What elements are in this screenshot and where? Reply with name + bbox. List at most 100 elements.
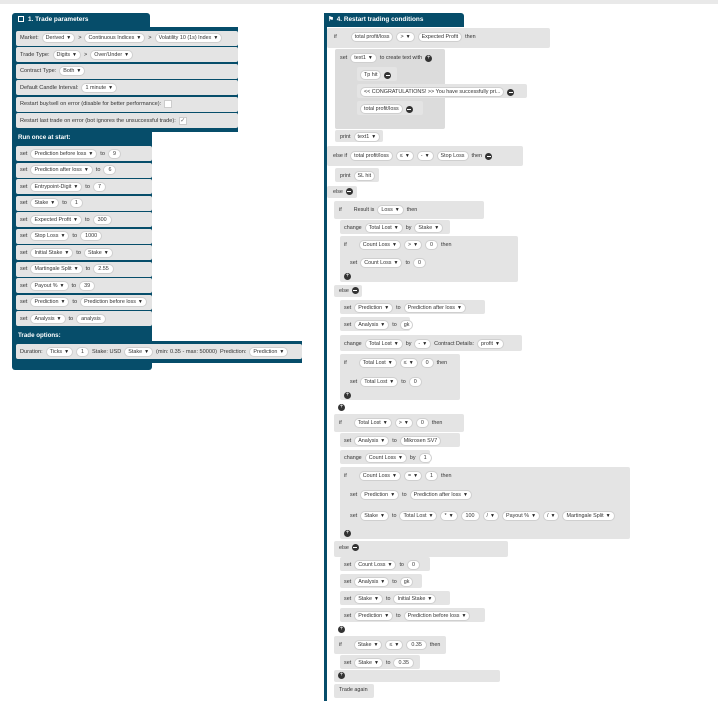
run-once-row[interactable]: set Expected Profit ▼ to 300 — [16, 212, 152, 227]
variable-dropdown[interactable]: Prediction after loss ▼ — [403, 303, 466, 313]
text-input[interactable]: gk — [399, 577, 414, 587]
text-input[interactable]: SL hit — [353, 171, 376, 181]
stop-loss-value[interactable]: Stop Loss — [436, 151, 469, 161]
run-once-row[interactable]: set Initial Stake ▼ to Stake ▼ — [16, 245, 152, 260]
variable-dropdown[interactable]: Total Lost ▼ — [364, 339, 403, 349]
add-branch-icon[interactable]: + — [344, 273, 351, 280]
variable-dropdown[interactable]: Prediction before loss ▼ — [80, 297, 147, 307]
duration-unit-dropdown[interactable]: Ticks ▼ — [45, 346, 74, 357]
operator-dropdown[interactable]: ≤ ▼ — [385, 640, 404, 650]
add-branch-icon[interactable]: + — [338, 404, 345, 411]
variable-dropdown[interactable]: Stop Loss ▼ — [30, 231, 70, 241]
expected-profit-value[interactable]: Expected Profit — [417, 32, 463, 42]
variable-dropdown[interactable]: Prediction after loss ▼ — [30, 165, 93, 175]
variable-dropdown[interactable]: Count Loss ▼ — [354, 560, 397, 570]
value-input[interactable]: 0.35 — [406, 640, 427, 650]
remove-item-icon[interactable] — [384, 71, 392, 79]
variable-dropdown[interactable]: Count Loss ▼ — [364, 453, 407, 463]
value-input[interactable]: analysis — [76, 313, 106, 324]
operator-dropdown[interactable]: / ▼ — [482, 511, 499, 521]
remove-branch-icon[interactable] — [485, 152, 493, 160]
text-input[interactable]: gk — [399, 320, 414, 330]
variable-dropdown[interactable]: Prediction ▼ — [30, 297, 70, 307]
add-branch-icon[interactable]: + — [344, 530, 351, 537]
variable-dropdown[interactable]: Analysis ▼ — [30, 313, 66, 324]
value-input[interactable]: 1 — [425, 471, 439, 481]
variable-dropdown[interactable]: Prediction before loss ▼ — [403, 611, 471, 621]
restart-buy-checkbox[interactable] — [164, 100, 173, 108]
value-input[interactable]: 0 — [415, 418, 429, 428]
submarket-dropdown[interactable]: Continuous Indices ▼ — [84, 33, 146, 43]
total-pl-value[interactable]: total profit/loss — [350, 32, 394, 42]
variable-dropdown[interactable]: Payout % ▼ — [502, 511, 541, 521]
variable-dropdown[interactable]: Prediction after loss ▼ — [409, 490, 472, 500]
trade-subtype-dropdown[interactable]: Over/Under ▼ — [90, 49, 134, 60]
trade-type-dropdown[interactable]: Digits ▼ — [52, 49, 81, 60]
text-input[interactable]: << CONGRATULATIONS! >> You have successf… — [360, 87, 505, 97]
variable-dropdown[interactable]: Total Lost ▼ — [399, 511, 438, 521]
value-input[interactable]: 1000 — [80, 231, 103, 241]
variable-dropdown[interactable]: Initial Stake ▼ — [30, 247, 74, 258]
remove-item-icon[interactable] — [405, 105, 413, 113]
value-input[interactable]: 9 — [107, 148, 121, 159]
market-dropdown[interactable]: Derived ▼ — [41, 33, 76, 43]
remove-branch-icon[interactable] — [351, 544, 359, 551]
else-block[interactable] — [334, 541, 508, 557]
operator-dropdown[interactable]: / ▼ — [543, 511, 560, 521]
variable-dropdown[interactable]: Total Lost ▼ — [364, 223, 403, 233]
value-input[interactable]: 1 — [69, 198, 83, 208]
value-input[interactable]: 6 — [103, 165, 117, 175]
variable-dropdown[interactable]: Martingale Split ▼ — [562, 511, 615, 521]
duration-value-input[interactable]: 1 — [76, 346, 90, 357]
operator-dropdown[interactable]: > ▼ — [394, 418, 413, 428]
variable-dropdown[interactable]: Expected Profit ▼ — [30, 214, 82, 225]
value-input[interactable]: 0.35 — [393, 658, 414, 668]
variable-dropdown[interactable]: Stake ▼ — [30, 198, 60, 208]
value-input[interactable]: 0 — [425, 240, 439, 250]
variable-dropdown[interactable]: Entrypoint-Digit ▼ — [30, 181, 83, 192]
variable-dropdown[interactable]: Analysis ▼ — [354, 436, 390, 446]
value-input[interactable]: 2.55 — [93, 264, 114, 274]
variable-dropdown[interactable]: Martingale Split ▼ — [30, 264, 83, 274]
variable-dropdown[interactable]: Initial Stake ▼ — [393, 594, 437, 604]
candle-dropdown[interactable]: 1 minute ▼ — [81, 82, 118, 93]
remove-branch-icon[interactable] — [351, 287, 359, 294]
total-pl-value[interactable]: total profit/loss — [350, 151, 393, 161]
run-once-row[interactable]: set Prediction after loss ▼ to 6 — [16, 162, 152, 178]
value-input[interactable]: 0 — [406, 560, 420, 570]
variable-dropdown[interactable]: Count Loss ▼ — [358, 471, 401, 481]
variable-dropdown[interactable]: Count Loss ▼ — [358, 240, 401, 250]
total-pl-value[interactable]: total profit/loss — [360, 104, 403, 114]
variable-dropdown[interactable]: Prediction ▼ — [354, 303, 394, 313]
trade-parameters-block[interactable]: 1. Trade parameters Market: Derived ▼ > C… — [12, 13, 302, 370]
value-input[interactable]: 300 — [92, 214, 112, 225]
variable-dropdown[interactable]: Analysis ▼ — [354, 320, 390, 330]
profit-dropdown[interactable]: profit ▼ — [477, 339, 504, 349]
value-input[interactable]: 1 — [418, 453, 432, 463]
variable-dropdown[interactable]: Total Lost ▼ — [353, 418, 392, 428]
restart-last-checkbox[interactable] — [178, 116, 187, 125]
run-once-row[interactable]: set Prediction before loss ▼ to 9 — [16, 146, 152, 161]
value-input[interactable]: 0 — [412, 258, 426, 268]
operator-dropdown[interactable]: > ▼ — [403, 240, 423, 250]
add-branch-icon[interactable]: + — [338, 672, 345, 679]
run-once-row[interactable]: set Martingale Split ▼ to 2.55 — [16, 261, 152, 277]
variable-dropdown[interactable]: Total Lost ▼ — [360, 377, 399, 387]
variable-dropdown[interactable]: Stake ▼ — [83, 247, 113, 258]
variable-dropdown[interactable]: text1 ▼ — [353, 132, 381, 142]
variable-dropdown[interactable]: Payout % ▼ — [30, 280, 69, 291]
variable-dropdown[interactable]: Analysis ▼ — [354, 577, 390, 587]
value-input[interactable]: 39 — [79, 280, 96, 291]
variable-dropdown[interactable]: Stake ▼ — [414, 223, 444, 233]
symbol-dropdown[interactable]: Volatility 10 (1s) Index ▼ — [154, 33, 223, 43]
remove-item-icon[interactable] — [507, 88, 515, 96]
negate-dropdown[interactable]: - ▼ — [416, 151, 434, 161]
variable-dropdown[interactable]: Stake ▼ — [354, 658, 383, 668]
run-once-row[interactable]: set Entrypoint-Digit ▼ to 7 — [16, 179, 152, 194]
prediction-variable-dropdown[interactable]: Prediction ▼ — [249, 346, 289, 357]
text-input[interactable]: Mikrosen SV7 — [399, 436, 442, 446]
restart-block-header[interactable]: ⚑ 4. Restart trading conditions — [324, 13, 464, 27]
variable-dropdown[interactable]: text1 ▼ — [350, 53, 377, 63]
variable-dropdown[interactable]: Total Lost ▼ — [358, 358, 397, 368]
run-once-row[interactable]: set Prediction ▼ to Prediction before loss ▼ — [16, 294, 152, 310]
